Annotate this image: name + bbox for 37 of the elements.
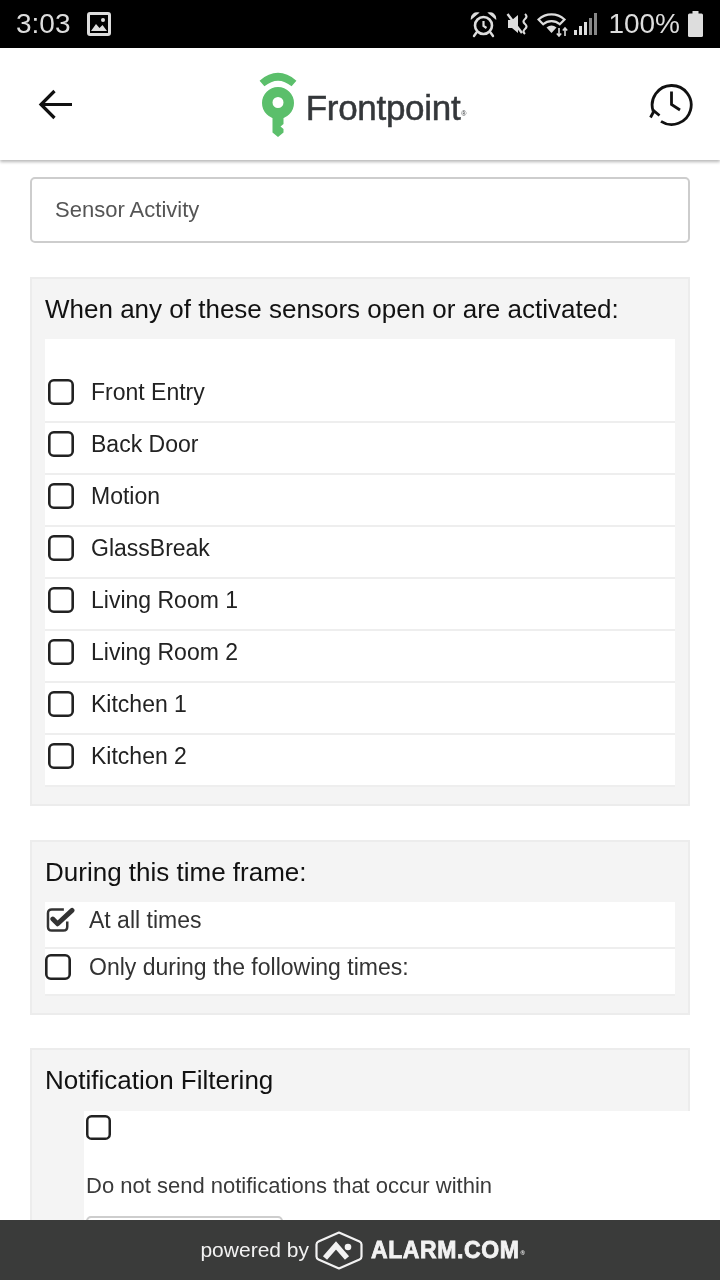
history-clock-icon bbox=[648, 81, 694, 127]
signal-bars-icon bbox=[573, 12, 599, 36]
brand-text: ALARM.COM$^{®}$ bbox=[371, 1237, 526, 1263]
option-label: Motion bbox=[91, 483, 161, 509]
option-label: Living Room 2 bbox=[91, 639, 239, 665]
image-icon bbox=[86, 12, 111, 36]
checkbox[interactable] bbox=[48, 743, 74, 769]
checkbox[interactable] bbox=[48, 483, 74, 509]
status-time: 3:03 bbox=[16, 8, 71, 40]
back-arrow-icon bbox=[38, 88, 73, 120]
section-heading: When any of these sensors open or are activated: bbox=[45, 293, 620, 326]
battery-percent: 100% bbox=[608, 8, 680, 40]
filter-description: Do not send notifications that occur within bbox=[86, 1172, 493, 1200]
option-label: Only during the following times: bbox=[89, 954, 409, 980]
checkbox[interactable] bbox=[48, 639, 74, 665]
checkbox[interactable] bbox=[48, 587, 74, 613]
battery-icon bbox=[688, 11, 703, 37]
section-heading: During this time frame: bbox=[45, 856, 308, 889]
option-label: GlassBreak bbox=[91, 535, 210, 561]
option-label: Kitchen 1 bbox=[91, 691, 187, 717]
checkbox[interactable] bbox=[48, 691, 74, 717]
option-label: Front Entry bbox=[91, 379, 205, 405]
option-label: Living Room 1 bbox=[91, 587, 239, 613]
checkbox[interactable] bbox=[45, 907, 76, 933]
checkbox[interactable] bbox=[48, 379, 74, 405]
powered-by-text: powered by bbox=[200, 1237, 309, 1263]
name-field[interactable]: Sensor Activity bbox=[30, 177, 690, 243]
option-label: Back Door bbox=[91, 431, 199, 457]
checkbox[interactable] bbox=[48, 431, 74, 457]
checkbox[interactable] bbox=[86, 1115, 111, 1140]
roof-logo-icon bbox=[315, 1230, 363, 1270]
section-heading: Notification Filtering bbox=[45, 1064, 275, 1097]
alarm-clock-icon bbox=[470, 10, 498, 38]
option-label: At all times bbox=[89, 907, 202, 933]
option-label: Kitchen 2 bbox=[91, 743, 187, 769]
checkbox[interactable] bbox=[48, 535, 74, 561]
checkbox[interactable] bbox=[45, 954, 71, 980]
